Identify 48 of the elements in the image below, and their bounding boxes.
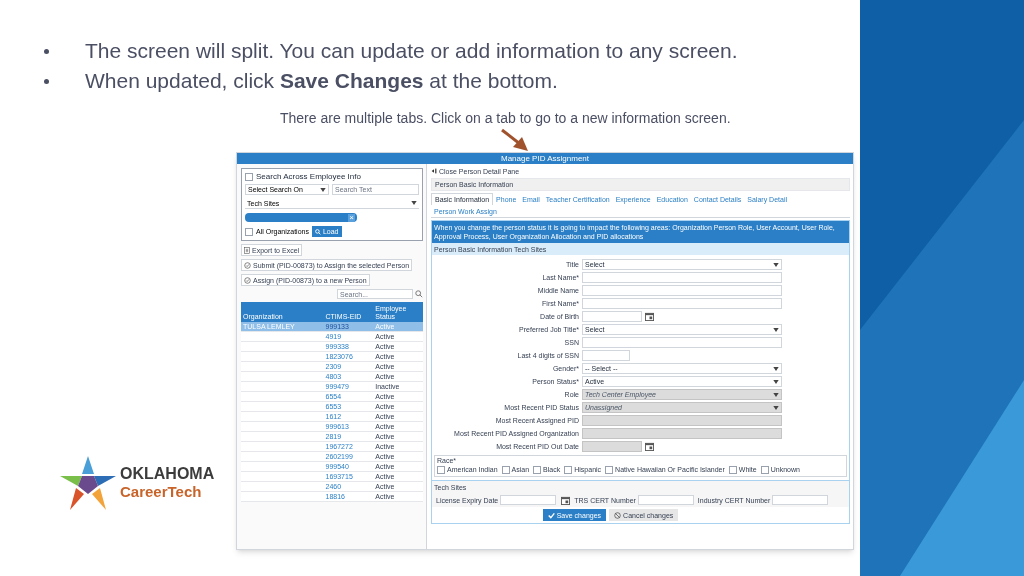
caret-icon xyxy=(773,405,779,410)
bullet-icon xyxy=(44,79,49,84)
check-circle-icon xyxy=(244,261,251,269)
input-field[interactable] xyxy=(582,285,782,296)
input-field[interactable] xyxy=(582,337,782,348)
check-icon xyxy=(547,511,555,519)
window-title: Manage PID Assignment xyxy=(500,154,589,163)
date-field[interactable] xyxy=(500,495,557,505)
bullet-text: The screen will split. You can update or add information to any screen. xyxy=(85,38,738,64)
caret-icon xyxy=(320,187,326,192)
caret-icon xyxy=(773,366,779,371)
checkbox[interactable] xyxy=(437,465,445,474)
checkbox[interactable] xyxy=(501,465,510,474)
search-icon[interactable] xyxy=(415,290,423,298)
calendar-icon[interactable] xyxy=(645,442,654,451)
logo-star-icon xyxy=(60,456,116,510)
checkbox[interactable] xyxy=(533,465,542,474)
calendar-icon[interactable] xyxy=(645,312,654,321)
checkbox[interactable] xyxy=(564,465,573,474)
document-icon xyxy=(244,246,250,254)
check-circle-icon xyxy=(244,276,251,284)
logo-text: CareerTech xyxy=(120,483,203,501)
group-legend: Search Across Employee Info xyxy=(256,172,361,181)
caret-icon xyxy=(411,201,417,205)
checkbox[interactable] xyxy=(760,465,769,474)
input-field[interactable] xyxy=(582,272,782,283)
caret-icon xyxy=(773,262,779,267)
search-icon xyxy=(314,228,321,235)
date-field[interactable] xyxy=(582,311,642,322)
caption-text: There are multiple tabs. Click on a tab to go to a new information screen. xyxy=(280,110,731,126)
calendar-icon[interactable] xyxy=(561,495,571,505)
pointer-arrow xyxy=(500,128,530,152)
cancel-icon xyxy=(614,511,622,519)
input-field[interactable] xyxy=(582,298,782,309)
caret-icon xyxy=(773,392,779,397)
caret-icon xyxy=(773,327,779,332)
bullet-text: When updated, click Save Changes at the bottom. xyxy=(85,68,558,94)
input-field[interactable] xyxy=(772,495,829,505)
checkbox[interactable] xyxy=(245,227,253,236)
checkbox[interactable] xyxy=(605,465,614,474)
checkbox[interactable] xyxy=(245,172,253,181)
collapse-icon xyxy=(431,168,437,174)
checkbox[interactable] xyxy=(728,465,737,474)
input-field[interactable] xyxy=(637,495,694,505)
bullet-icon xyxy=(44,49,49,54)
caret-icon xyxy=(773,379,779,384)
input-field[interactable] xyxy=(582,350,630,361)
logo-text: OKLAHOMA xyxy=(120,465,215,483)
